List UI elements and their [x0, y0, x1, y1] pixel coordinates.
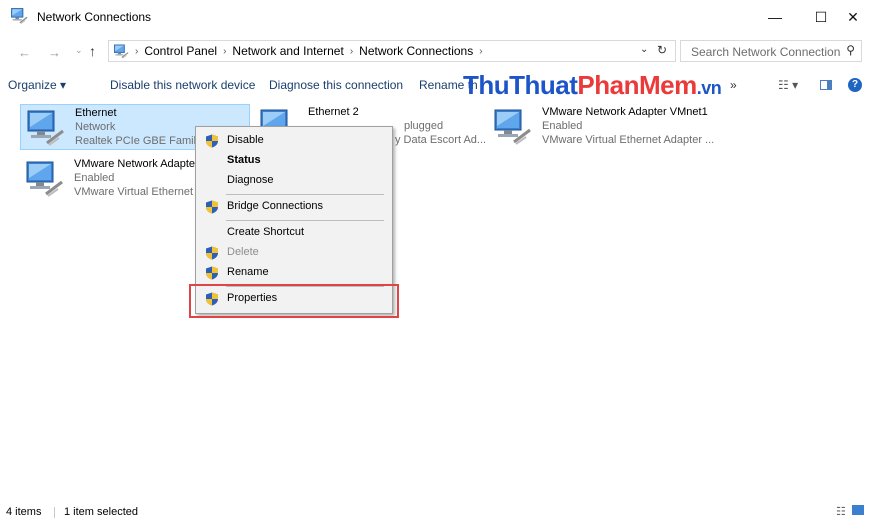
menu-item-create-shortcut[interactable]: Create Shortcut [199, 223, 389, 243]
chevron-right-icon: › [135, 45, 139, 57]
selection-count: 1 item selected [64, 506, 138, 518]
close-icon: ✕ [847, 8, 859, 25]
item-name: VMware Network Adapte [74, 158, 196, 170]
item-status: Enabled [542, 120, 583, 132]
tiles-view-icon[interactable] [852, 505, 864, 515]
help-icon[interactable]: ? [848, 78, 862, 92]
breadcrumb-control-panel[interactable]: Control Panel [144, 44, 217, 58]
forward-arrow-icon[interactable]: → [48, 45, 61, 60]
item-device: VMware Virtual Ethernet Adapter ... [542, 134, 715, 146]
item-device: y Data Escort Ad... [395, 134, 487, 146]
menu-item-label: Create Shortcut [227, 226, 305, 238]
chevron-right-icon: › [223, 45, 227, 57]
details-view-icon[interactable]: ☷ [836, 505, 846, 518]
uac-shield-icon [205, 134, 219, 148]
properties-highlight-box [189, 284, 399, 318]
address-dropdown-icon[interactable]: ⌄ [640, 44, 648, 55]
network-adapter-icon [492, 108, 532, 146]
diagnose-connection-button[interactable]: Diagnose this connection [269, 78, 403, 92]
menu-item-status[interactable]: Status [199, 151, 389, 171]
watermark-part-vn: .vn [696, 78, 722, 98]
control-panel-icon [113, 44, 129, 59]
minimize-button[interactable]: — [752, 0, 798, 34]
item-device: VMware Virtual Ethernet [74, 186, 194, 198]
menu-item-label: Disable [227, 134, 264, 146]
back-arrow-icon[interactable]: ← [18, 45, 31, 60]
more-commands-button[interactable]: » [730, 78, 737, 92]
breadcrumb-network-connections[interactable]: Network Connections [359, 44, 473, 58]
uac-shield-icon [205, 266, 219, 280]
item-count: 4 items [6, 506, 42, 518]
uac-shield-icon [205, 246, 219, 260]
network-connections-icon [10, 7, 28, 25]
preview-pane-icon[interactable] [820, 80, 832, 90]
address-bar[interactable]: › Control Panel › Network and Internet ›… [108, 40, 676, 62]
up-arrow-icon[interactable]: ↑ [89, 43, 96, 59]
menu-item-delete: Delete [199, 243, 389, 263]
refresh-icon[interactable]: ↻ [657, 43, 667, 57]
breadcrumb-network-and-internet[interactable]: Network and Internet [232, 44, 343, 58]
network-adapter-icon [24, 160, 64, 198]
item-device: Realtek PCIe GBE Family [75, 135, 202, 147]
watermark-part-thuat: Thuat [509, 70, 578, 100]
item-name: Ethernet [75, 107, 117, 119]
chevron-right-icon: › [349, 45, 354, 57]
uac-shield-icon [205, 200, 219, 214]
item-status: Network [75, 121, 116, 133]
menu-item-rename[interactable]: Rename [199, 263, 389, 283]
menu-item-label: Diagnose [227, 174, 274, 186]
watermark-part-phanmem: PhanMem [577, 70, 697, 100]
close-button[interactable]: ✕ [830, 0, 870, 34]
menu-separator [226, 194, 384, 195]
menu-item-label: Rename [227, 266, 269, 278]
menu-item-disable[interactable]: Disable [199, 131, 389, 151]
search-input[interactable] [689, 42, 843, 62]
menu-item-diagnose[interactable]: Diagnose [199, 171, 389, 191]
item-status: Enabled [74, 172, 115, 184]
item-name: VMware Network Adapter VMnet1 [542, 106, 708, 118]
maximize-icon: ☐ [814, 8, 828, 25]
disable-device-button[interactable]: Disable this network device [110, 78, 255, 92]
title-bar: Network Connections — ☐ ✕ [0, 0, 870, 34]
menu-item-bridge-connections[interactable]: Bridge Connections [199, 197, 389, 217]
window-title: Network Connections [37, 10, 152, 24]
search-icon[interactable]: ⚲ [846, 43, 855, 57]
recent-dropdown-icon[interactable]: ⌄ [75, 45, 83, 56]
status-divider [54, 507, 55, 518]
minimize-icon: — [768, 9, 782, 25]
menu-separator [226, 220, 384, 221]
menu-item-label: Delete [227, 246, 259, 258]
organize-button[interactable]: Organize ▾ [8, 78, 66, 92]
watermark-logo: ThuThuatPhanMem.vn [463, 70, 722, 102]
item-status: plugged [404, 120, 444, 132]
menu-item-label: Bridge Connections [227, 200, 324, 212]
chevron-right-icon[interactable]: › [479, 46, 482, 57]
network-adapter-icon [25, 109, 65, 147]
search-box[interactable]: ⚲ [680, 40, 862, 62]
watermark-part-thu: Thu [463, 70, 510, 100]
network-item-vmnet1[interactable]: VMware Network Adapter VMnet1 Enabled VM… [488, 104, 738, 150]
menu-item-label: Status [227, 154, 261, 166]
change-view-icon[interactable]: ☷ ▾ [778, 78, 798, 92]
item-name: Ethernet 2 [308, 106, 359, 118]
